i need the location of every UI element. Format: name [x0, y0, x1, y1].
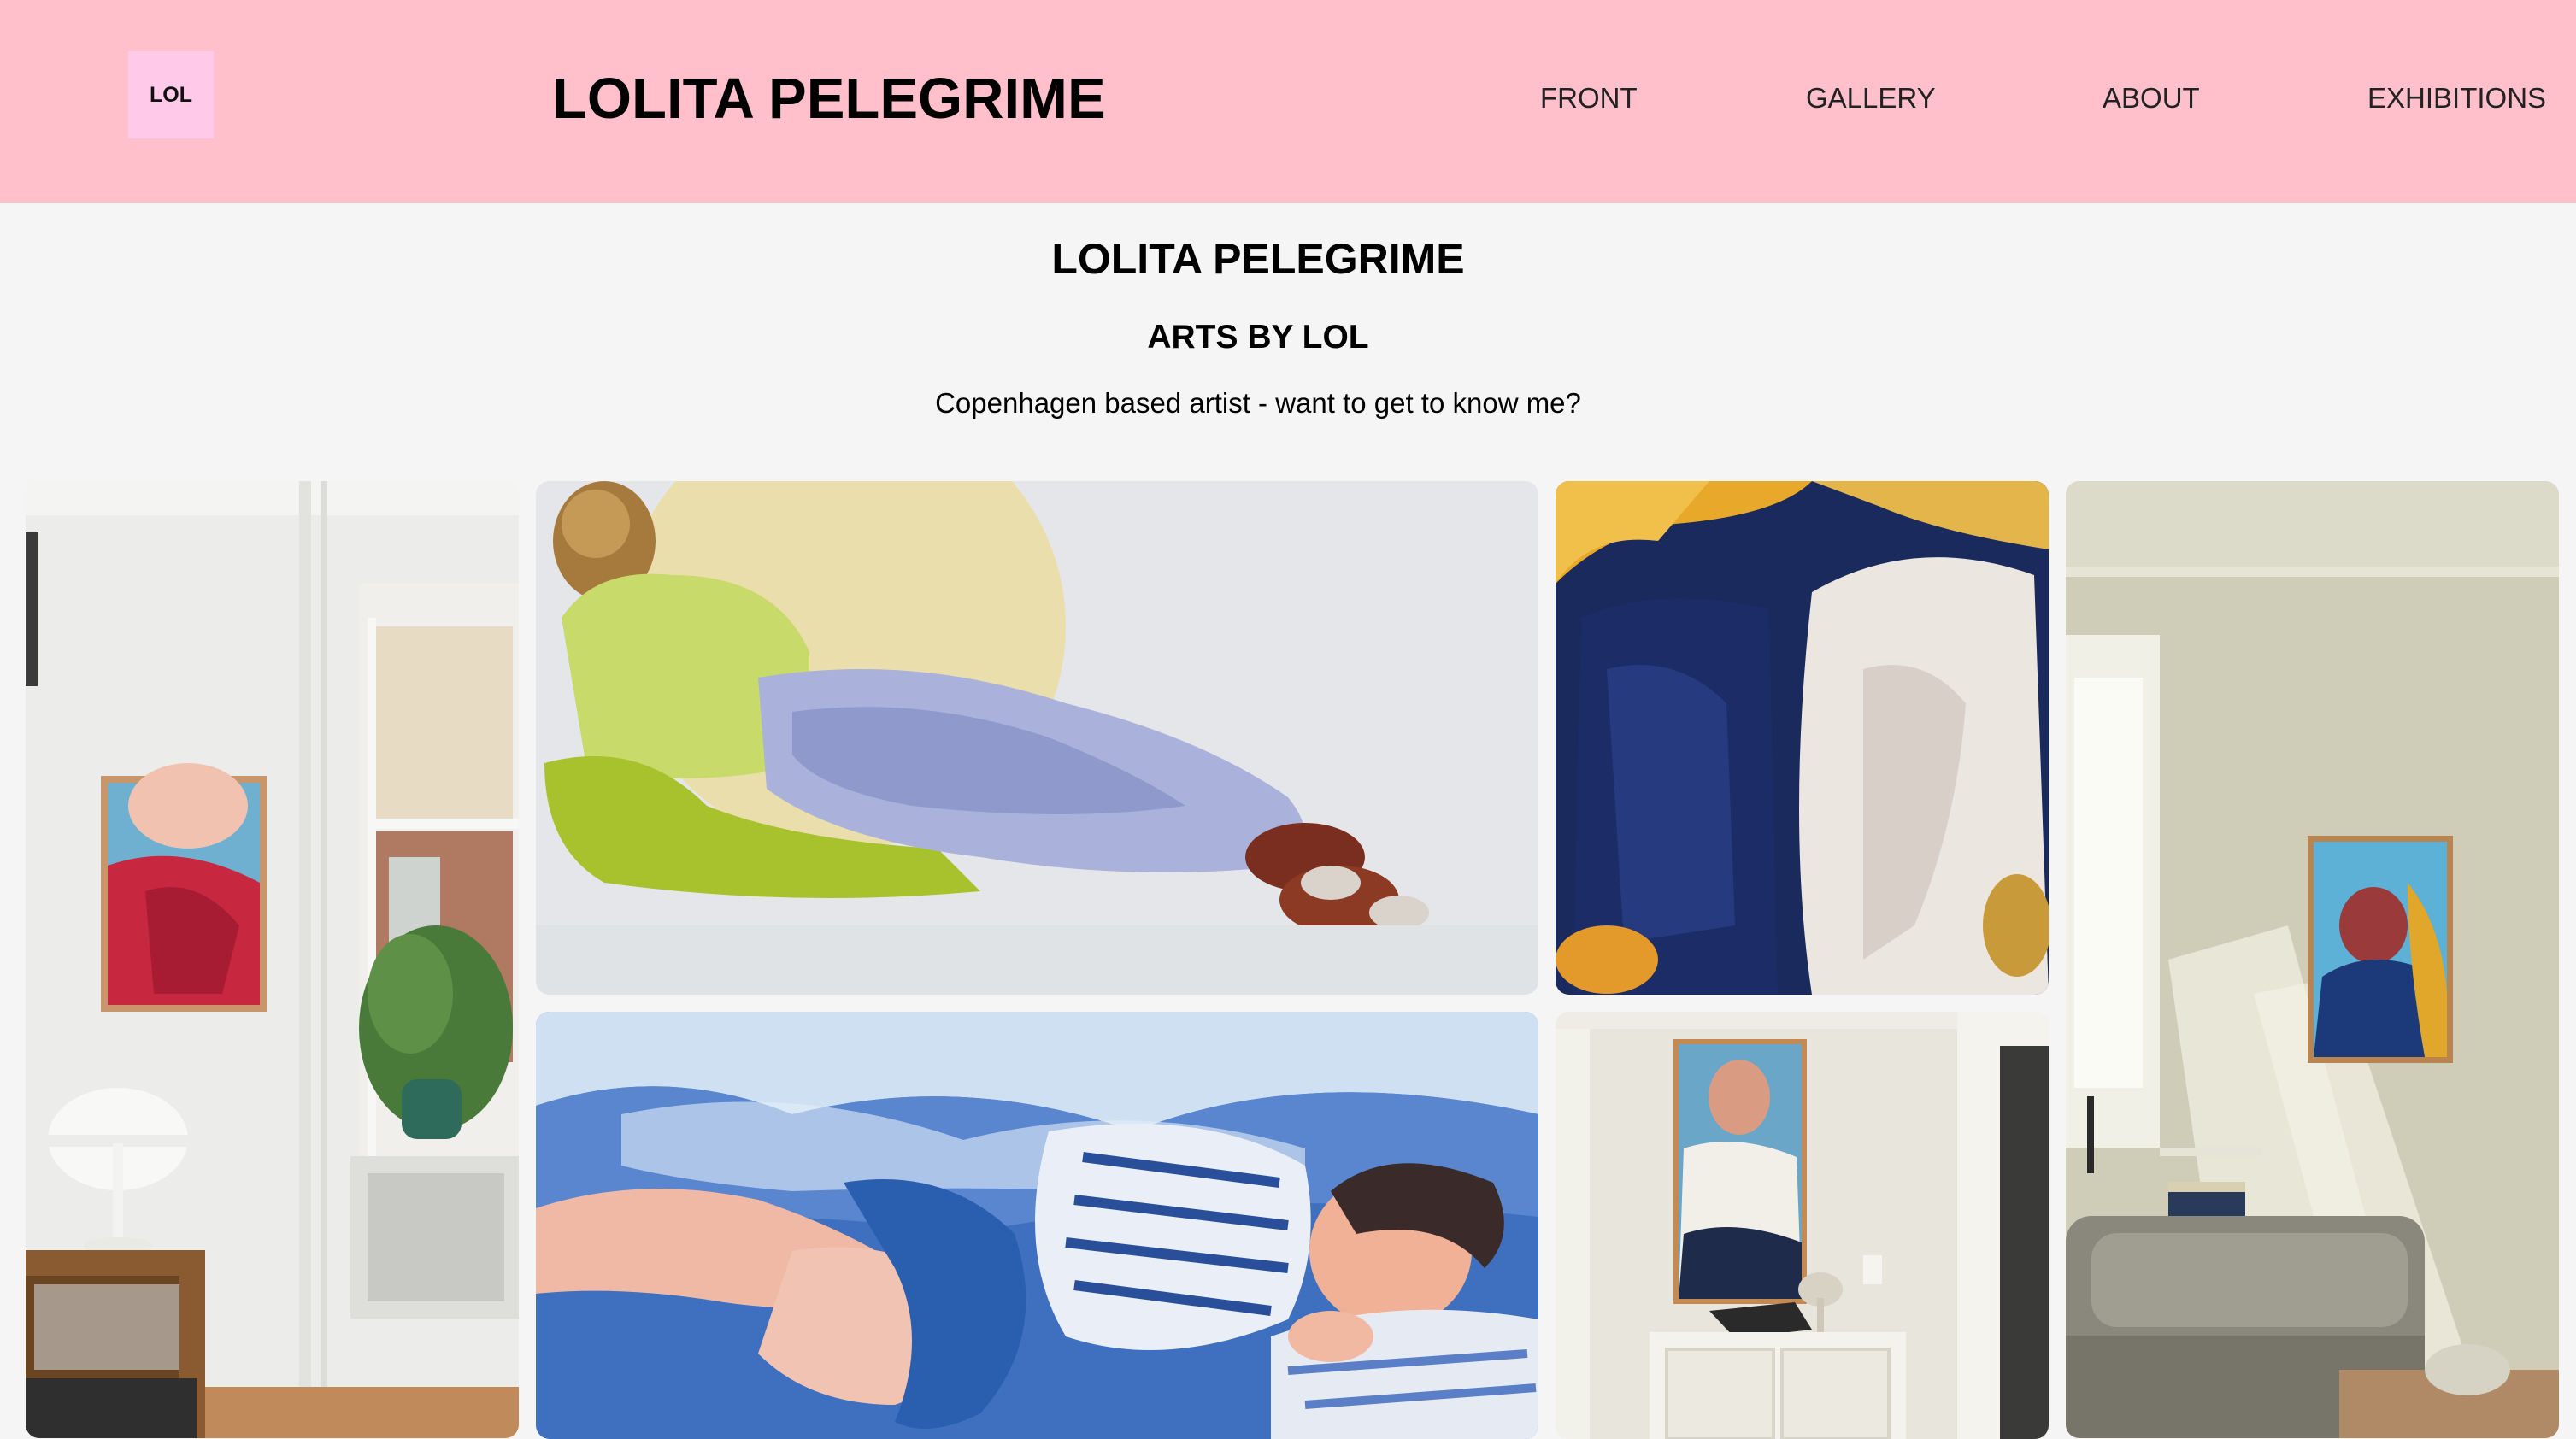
site-logo[interactable]: LOL	[128, 51, 214, 138]
navy-white-closeup-artwork	[1556, 481, 2049, 995]
nav-gallery-link[interactable]: GALLERY	[1806, 81, 1936, 115]
hero-subtitle: ARTS BY LOL	[1147, 319, 1369, 355]
gallery-image-living-room-blue-portrait[interactable]	[2066, 481, 2559, 1438]
gallery-image-room-cabinet-portrait[interactable]	[1556, 1012, 2049, 1439]
gallery-image-sleeping-man[interactable]	[536, 1012, 1538, 1439]
site-header: LOL LOLITA PELEGRIME FRONT GALLERY ABOUT…	[0, 0, 2576, 203]
gallery-image-navy-white-closeup[interactable]	[1556, 481, 2049, 995]
site-title[interactable]: LOLITA PELEGRIME	[552, 63, 1106, 135]
sleeping-man-artwork	[536, 1012, 1538, 1439]
hero-title: LOLITA PELEGRIME	[1051, 235, 1465, 283]
interior-red-portrait-artwork	[26, 481, 519, 1438]
hero-tagline: Copenhagen based artist - want to get to…	[935, 387, 1581, 419]
reclining-figure-artwork	[536, 481, 1538, 995]
nav-front-link[interactable]: FRONT	[1540, 81, 1638, 115]
nav-exhibitions-link[interactable]: EXHIBITIONS	[2367, 81, 2546, 115]
living-room-blue-portrait-artwork	[2066, 481, 2559, 1438]
room-cabinet-portrait-artwork	[1556, 1012, 2049, 1439]
nav-about-link[interactable]: ABOUT	[2103, 81, 2200, 115]
gallery-image-interior-red-portrait[interactable]	[26, 481, 519, 1438]
gallery-image-reclining-figure[interactable]	[536, 481, 1538, 995]
